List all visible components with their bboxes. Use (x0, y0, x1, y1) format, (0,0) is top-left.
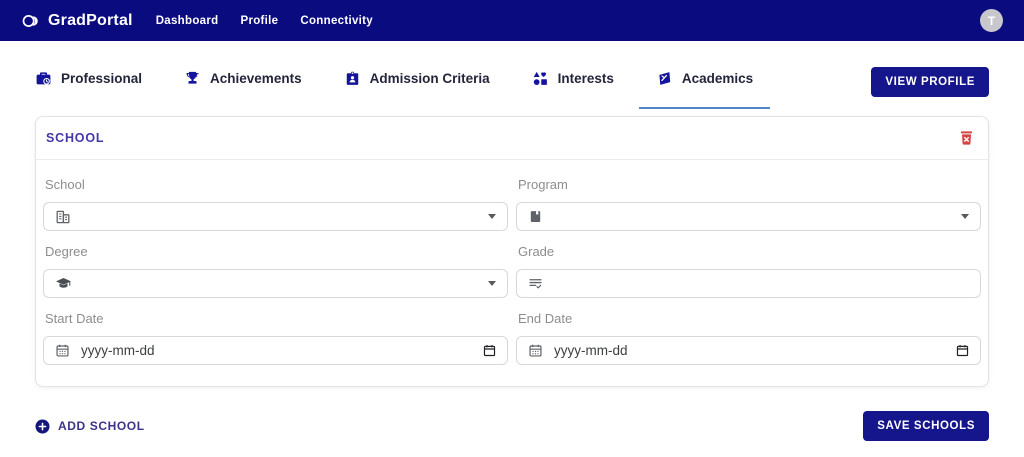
tab-label: Professional (61, 71, 143, 86)
delete-school-button[interactable] (957, 128, 976, 148)
trophy-icon (184, 70, 201, 87)
start-date-input[interactable]: yyyy-mm-dd (43, 336, 508, 365)
tabs-row: Professional Achievements Admission Crit… (35, 67, 989, 109)
start-date-label: Start Date (45, 311, 104, 326)
brand-name: GradPortal (48, 11, 133, 29)
graduation-cap-icon (55, 276, 72, 291)
trash-icon (959, 131, 974, 149)
end-date-field: End Date yyyy-mm-dd (516, 298, 981, 365)
briefcase-clock-icon (35, 70, 52, 87)
degree-select[interactable] (43, 269, 508, 298)
shapes-icon (532, 70, 549, 87)
chevron-down-icon (961, 214, 969, 219)
grade-field: Grade (516, 231, 981, 298)
school-form: School Program Degree Grade Start Date y… (36, 160, 988, 386)
school-select[interactable] (43, 202, 508, 231)
add-school-label: ADD SCHOOL (58, 419, 145, 433)
list-check-icon (528, 276, 543, 291)
degree-label: Degree (45, 244, 88, 259)
grade-input[interactable] (516, 269, 981, 298)
nav-link-profile[interactable]: Profile (240, 15, 278, 27)
chevron-down-icon (488, 281, 496, 286)
add-school-button[interactable]: ADD SCHOOL (35, 419, 145, 434)
date-picker-icon[interactable] (483, 344, 496, 357)
id-badge-icon (344, 70, 361, 87)
avatar-initial: T (987, 13, 996, 28)
tab-achievements[interactable]: Achievements (184, 70, 302, 100)
tab-academics[interactable]: Academics (638, 70, 771, 109)
brand[interactable]: GradPortal (21, 12, 133, 30)
end-date-label: End Date (518, 311, 573, 326)
school-label: School (45, 177, 85, 192)
gradportal-logo-icon (21, 13, 41, 29)
school-icon (656, 70, 673, 87)
degree-field: Degree (43, 231, 508, 298)
program-field: Program (516, 164, 981, 231)
school-card-header: SCHOOL (36, 117, 988, 160)
tab-label: Admission Criteria (369, 71, 490, 86)
tab-professional[interactable]: Professional (35, 70, 142, 100)
calendar-icon (528, 343, 543, 358)
plus-circle-icon (35, 419, 50, 434)
school-field: School (43, 164, 508, 231)
top-navbar: GradPortal Dashboard Profile Connectivit… (0, 0, 1024, 41)
tab-interests[interactable]: Interests (532, 70, 614, 100)
book-icon (528, 209, 543, 224)
nav-link-dashboard[interactable]: Dashboard (156, 15, 219, 27)
school-card: SCHOOL School Program Degree Grade Start… (35, 116, 989, 387)
nav-link-connectivity[interactable]: Connectivity (300, 15, 373, 27)
date-placeholder: yyyy-mm-dd (554, 343, 628, 358)
end-date-input[interactable]: yyyy-mm-dd (516, 336, 981, 365)
view-profile-button[interactable]: VIEW PROFILE (871, 67, 989, 97)
tab-label: Academics (681, 71, 754, 86)
tab-admission-criteria[interactable]: Admission Criteria (344, 70, 490, 100)
grade-label: Grade (518, 244, 555, 259)
actions-row: ADD SCHOOL SAVE SCHOOLS (35, 411, 989, 441)
avatar[interactable]: T (980, 9, 1003, 32)
program-label: Program (518, 177, 568, 192)
calendar-icon (55, 343, 70, 358)
save-schools-button[interactable]: SAVE SCHOOLS (863, 411, 989, 441)
date-picker-icon[interactable] (956, 344, 969, 357)
program-select[interactable] (516, 202, 981, 231)
tab-label: Achievements (210, 71, 302, 86)
tab-label: Interests (557, 71, 614, 86)
card-title: SCHOOL (46, 131, 105, 145)
start-date-field: Start Date yyyy-mm-dd (43, 298, 508, 365)
date-placeholder: yyyy-mm-dd (81, 343, 155, 358)
chevron-down-icon (488, 214, 496, 219)
building-icon (55, 209, 71, 225)
nav-links: Dashboard Profile Connectivity (156, 15, 373, 27)
